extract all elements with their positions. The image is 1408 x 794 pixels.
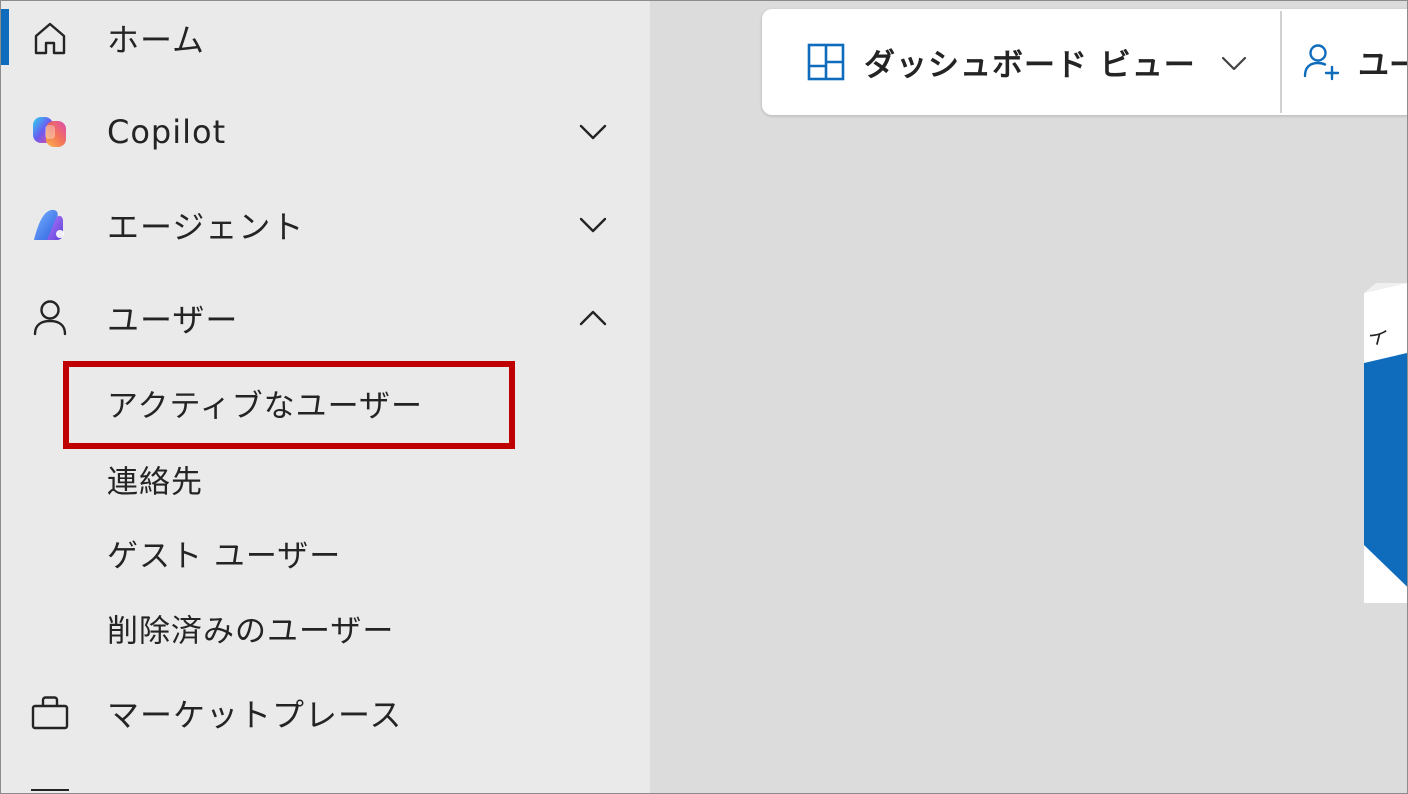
sidebar-item-users[interactable]: ユーザー	[1, 283, 650, 353]
add-user-icon	[1302, 41, 1342, 81]
sidebar-item-home[interactable]: ホーム	[1, 3, 650, 73]
highlight-box	[63, 361, 515, 449]
copilot-icon	[29, 111, 71, 153]
user-icon	[29, 297, 71, 339]
chevron-down-icon[interactable]	[575, 207, 611, 243]
sidebar-subitem-label: 削除済みのユーザー	[107, 613, 395, 650]
shopping-bag-icon	[29, 692, 71, 734]
sidebar-item-label: エージェント	[107, 208, 305, 246]
sidebar-item-copilot[interactable]: Copilot	[1, 97, 650, 167]
chevron-down-icon[interactable]	[575, 114, 611, 150]
sidebar-item-label: ホーム	[107, 21, 206, 59]
chevron-up-icon[interactable]	[575, 300, 611, 336]
sidebar-item-agents[interactable]: エージェント	[1, 190, 650, 260]
app-frame: ホーム Copilot エージェント ユーザー アクティブなユーザー 連絡先 ゲ…	[0, 0, 1408, 794]
promo-card-partial[interactable]: イ	[1364, 283, 1407, 603]
chevron-down-icon	[1218, 47, 1250, 79]
sidebar-item-marketplace[interactable]: マーケットプレース	[1, 678, 650, 748]
dashboard-view-button[interactable]: ダッシュボード ビュー	[762, 9, 1280, 115]
sidebar-nav: ホーム Copilot エージェント ユーザー アクティブなユーザー 連絡先 ゲ…	[1, 1, 650, 793]
main-content: ダッシュボード ビュー ユー	[650, 1, 1407, 793]
sidebar-item-label: Copilot	[107, 113, 227, 151]
dashboard-icon	[806, 42, 846, 82]
sidebar-subitem-guest-users[interactable]: ゲスト ユーザー	[1, 523, 650, 583]
partial-icon	[31, 789, 69, 793]
sidebar-item-label: マーケットプレース	[107, 696, 403, 734]
command-bar: ダッシュボード ビュー ユー	[762, 9, 1407, 115]
add-user-label: ユー	[1358, 47, 1407, 84]
agents-icon	[29, 204, 71, 246]
sidebar-subitem-deleted-users[interactable]: 削除済みのユーザー	[1, 598, 650, 658]
dashboard-view-label: ダッシュボード ビュー	[864, 47, 1196, 84]
home-icon	[29, 17, 71, 59]
sidebar-item-partial[interactable]	[1, 763, 650, 793]
sidebar-item-label: ユーザー	[107, 301, 239, 339]
sidebar-subitem-label: ゲスト ユーザー	[107, 538, 342, 575]
add-user-button[interactable]: ユー	[1282, 9, 1407, 115]
sidebar-subitem-label: 連絡先	[107, 464, 203, 501]
sidebar-subitem-contacts[interactable]: 連絡先	[1, 449, 650, 509]
